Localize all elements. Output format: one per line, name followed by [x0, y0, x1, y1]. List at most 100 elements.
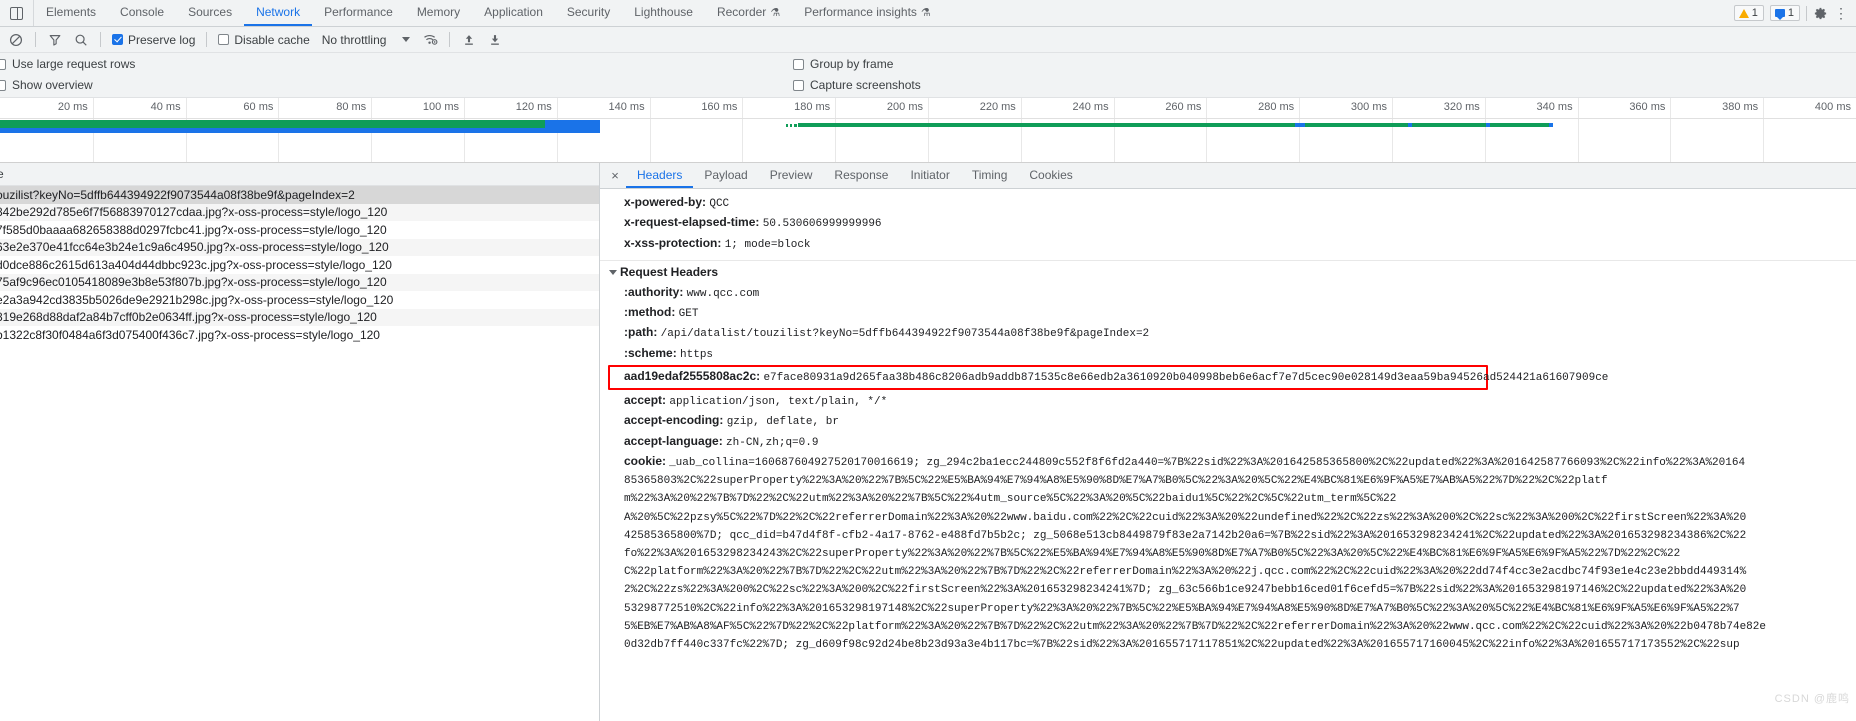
- header-value: 1; mode=block: [724, 238, 811, 251]
- panel-tab-label: Recorder: [716, 5, 767, 19]
- detail-tab-timing[interactable]: Timing: [961, 163, 1019, 188]
- toolbar-divider: [449, 32, 451, 47]
- timeline-tick-label: 360 ms: [1629, 101, 1666, 113]
- timeline-gridline: [1763, 98, 1765, 162]
- request-headers-section-title[interactable]: Request Headers: [600, 259, 1856, 283]
- toolbar-divider: [35, 32, 36, 47]
- detail-tab-cookies[interactable]: Cookies: [1018, 163, 1083, 188]
- panel-tab-security[interactable]: Security: [555, 0, 622, 26]
- header-value: https: [680, 348, 714, 361]
- filter-icon[interactable]: [43, 29, 67, 51]
- tabbar-right-controls: 1 1 ⋮: [1733, 0, 1856, 26]
- disable-cache-label: Disable cache: [234, 32, 310, 47]
- overview-band-blue-3: [1295, 123, 1305, 127]
- header-value: QCC: [709, 198, 730, 210]
- overview-band-blue-6: [1549, 123, 1553, 127]
- detail-tab-headers[interactable]: Headers: [626, 163, 694, 188]
- header-name: accept-encoding:: [624, 413, 724, 428]
- close-icon[interactable]: ×: [604, 163, 626, 188]
- panel-tab-label: Performance: [324, 5, 393, 19]
- panel-tab-console[interactable]: Console: [108, 0, 176, 26]
- capture-screenshots-checkbox[interactable]: Capture screenshots: [793, 78, 921, 92]
- panel-tab-memory[interactable]: Memory: [405, 0, 472, 26]
- import-har-icon[interactable]: [457, 29, 481, 51]
- request-row[interactable]: d0dce886c2615d613a404d44dbbc923c.jpg?x-o…: [0, 256, 599, 274]
- use-large-request-rows-checkbox[interactable]: Use large request rows: [0, 57, 135, 71]
- request-name: 63e2e370e41fcc64e3b24e1c9a6c4950.jpg?x-o…: [0, 240, 389, 255]
- timeline-tick-label: 220 ms: [979, 101, 1016, 113]
- use-large-request-rows-label: Use large request rows: [12, 57, 136, 71]
- header-value: zh-CN,zh;q=0.9: [726, 436, 819, 449]
- header-value: gzip, deflate, br: [726, 416, 839, 429]
- header-row: accept: application/json, text/plain, */…: [600, 391, 1856, 411]
- request-row[interactable]: ouzilist?keyNo=5dffb644394922f9073544a08…: [0, 186, 599, 204]
- header-name: :method:: [624, 305, 676, 320]
- timeline-tick-label: 80 ms: [336, 101, 367, 113]
- header-row: :path: /api/datalist/touzilist?keyNo=5df…: [600, 323, 1856, 343]
- panel-tab-label: Performance insights: [804, 5, 917, 19]
- panel-tab-recorder[interactable]: Recorder ⚗: [705, 0, 792, 26]
- name-column-header: e: [0, 167, 4, 181]
- detail-tab-preview[interactable]: Preview: [759, 163, 824, 188]
- network-toolbar: Preserve log Disable cache No throttling: [0, 27, 1856, 53]
- gear-icon[interactable]: [1813, 6, 1828, 21]
- detail-tab-initiator[interactable]: Initiator: [899, 163, 960, 188]
- experiment-beaker-icon: ⚗: [920, 6, 931, 19]
- overview-band-green-4: [1412, 123, 1487, 127]
- chevron-down-icon[interactable]: [402, 37, 411, 42]
- show-overview-label: Show overview: [12, 78, 93, 92]
- request-name: 7f585d0baaaa682658388d0297fcbc41.jpg?x-o…: [0, 222, 387, 237]
- request-row[interactable]: 819e268d88daf2a84b7cff0b2e0634ff.jpg?x-o…: [0, 308, 599, 326]
- more-vertical-icon[interactable]: ⋮: [1834, 6, 1848, 20]
- detail-tab-response[interactable]: Response: [823, 163, 899, 188]
- preserve-log-checkbox[interactable]: Preserve log: [108, 33, 199, 47]
- panel-tab-elements[interactable]: Elements: [34, 0, 108, 26]
- panel-tab-sources[interactable]: Sources: [176, 0, 244, 26]
- header-value: 50.530606999999996: [762, 218, 882, 231]
- cookie-value-line: 42585365800%7D; qcc_did=b47d4f8f-cfb2-4a…: [624, 529, 1747, 542]
- timeline-gridline: [1392, 98, 1393, 162]
- dock-side-button[interactable]: [0, 0, 34, 26]
- request-headers-list: :authority: www.qcc.com:method: GET:path…: [600, 283, 1856, 452]
- toolbar-divider: [206, 32, 208, 47]
- request-row[interactable]: 63e2e370e41fcc64e3b24e1c9a6c4950.jpg?x-o…: [0, 238, 599, 256]
- timeline-ruler: 20 ms 40 ms 60 ms 80 ms 100 ms 120 ms 140 ms 16…: [0, 98, 1856, 162]
- timeline-tick-label: 380 ms: [1722, 101, 1759, 113]
- warning-counter[interactable]: 1: [1733, 5, 1764, 21]
- timeline-tick-label: 100 ms: [422, 101, 459, 113]
- headers-body[interactable]: x-powered-by: QCC x-request-elapsed-time:…: [600, 189, 1856, 721]
- header-row: :authority: www.qcc.com: [600, 283, 1856, 303]
- network-conditions-icon[interactable]: [418, 29, 442, 51]
- header-name: aad19edaf2555808ac2c:: [624, 369, 761, 384]
- detail-tab-payload[interactable]: Payload: [693, 163, 758, 188]
- disable-cache-checkbox[interactable]: Disable cache: [214, 33, 313, 47]
- export-har-icon[interactable]: [483, 29, 507, 51]
- request-row[interactable]: 842be292d785e6f7f56883970127cdaa.jpg?x-o…: [0, 203, 599, 221]
- panel-tab-performance-insights[interactable]: Performance insights ⚗: [792, 0, 943, 26]
- request-row[interactable]: 75af9c96ec0105418089e3b8e53f807b.jpg?x-o…: [0, 273, 599, 291]
- panel-tab-lighthouse[interactable]: Lighthouse: [622, 0, 705, 26]
- request-row[interactable]: 7f585d0baaaa682658388d0297fcbc41.jpg?x-o…: [0, 221, 599, 239]
- show-overview-checkbox[interactable]: Show overview: [0, 78, 93, 92]
- request-name: d0dce886c2615d613a404d44dbbc923c.jpg?x-o…: [0, 257, 392, 272]
- request-row[interactable]: e2a3a942cd3835b5026de9e2921b298c.jpg?x-o…: [0, 291, 599, 309]
- message-counter[interactable]: 1: [1769, 5, 1800, 21]
- request-list-header[interactable]: e: [0, 163, 599, 186]
- group-by-frame-checkbox[interactable]: Group by frame: [793, 57, 893, 71]
- panel-tab-performance[interactable]: Performance: [312, 0, 405, 26]
- details-tab-strip: Headers Payload Preview Response Initiator Ti…: [626, 163, 1084, 188]
- cookie-value-line: 85365803%2C%22superProperty%22%3A%20%22%…: [624, 475, 1608, 488]
- timeline-gridline: [1484, 98, 1486, 162]
- header-row: :scheme: https: [600, 344, 1856, 364]
- overview-band-green-3: [1305, 123, 1410, 127]
- request-list-panel[interactable]: e ouzilist?keyNo=5dffb644394922f9073544a…: [0, 163, 600, 721]
- stop-recording-icon[interactable]: [4, 29, 28, 51]
- timeline-tick-label: 40 ms: [150, 101, 181, 113]
- panel-tab-application[interactable]: Application: [472, 0, 555, 26]
- throttling-select[interactable]: No throttling: [316, 33, 387, 47]
- panel-tab-network[interactable]: Network: [244, 0, 313, 26]
- header-value: /api/datalist/touzilist?keyNo=5dffb64439…: [660, 328, 1150, 341]
- network-overview-timeline[interactable]: 20 ms 40 ms 60 ms 80 ms 100 ms 120 ms 140 ms 16…: [0, 98, 1856, 163]
- search-icon[interactable]: [69, 29, 93, 51]
- request-row[interactable]: b1322c8f30f0484a6f3d075400f436c7.jpg?x-o…: [0, 326, 599, 344]
